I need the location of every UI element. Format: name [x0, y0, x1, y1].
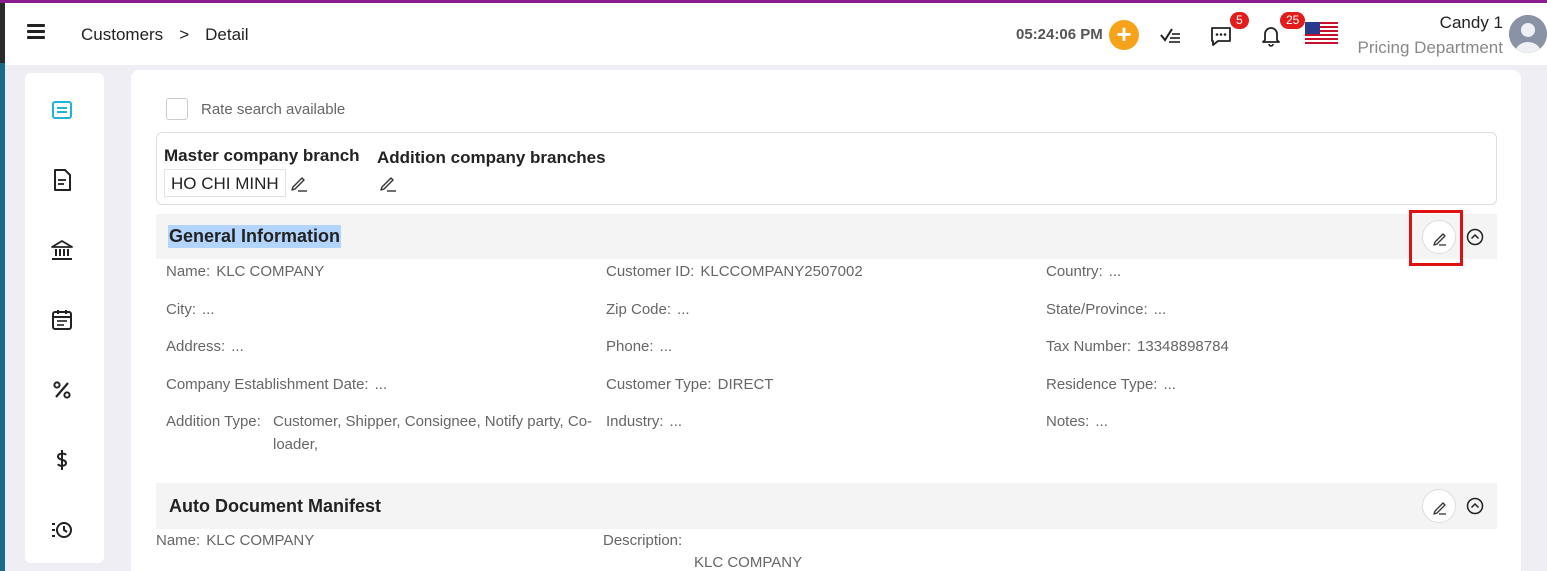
document-icon[interactable] [49, 167, 75, 193]
field-addition-type-label: Addition Type: [166, 413, 261, 430]
rate-search-row: Rate search available [166, 98, 345, 120]
collapse-manifest-icon[interactable] [1466, 497, 1484, 515]
tasks-icon[interactable] [1156, 21, 1184, 49]
edit-addition-branches-icon[interactable] [378, 173, 398, 193]
user-name[interactable]: Candy 1 [1440, 13, 1503, 33]
edit-master-branch-icon[interactable] [289, 173, 309, 193]
avatar[interactable] [1509, 15, 1547, 53]
field-addition-type-value: Customer, Shipper, Consignee, Notify par… [273, 413, 593, 453]
highlight-box [1409, 210, 1463, 266]
user-department: Pricing Department [1357, 38, 1503, 57]
field-address: Address:... [166, 338, 244, 355]
add-button[interactable]: + [1109, 20, 1139, 50]
manifest-description-value: KLC COMPANY [694, 554, 803, 571]
notifications-badge: 25 [1280, 12, 1306, 29]
menu-icon[interactable] [27, 24, 45, 40]
percent-icon[interactable] [49, 377, 75, 403]
manifest-description-label: Description: [603, 532, 683, 549]
rate-search-checkbox[interactable] [166, 98, 188, 120]
rate-search-label: Rate search available [201, 100, 346, 118]
breadcrumb-customers[interactable]: Customers [81, 25, 163, 45]
dollar-icon[interactable] [49, 447, 75, 473]
pencil-icon [1433, 502, 1446, 515]
calendar-icon[interactable] [49, 307, 75, 333]
breadcrumb-separator: > [179, 25, 190, 44]
manifest-header: Auto Document Manifest [156, 483, 1497, 529]
field-notes: Notes:... [1046, 413, 1108, 430]
sidebar [25, 73, 104, 563]
field-city: City:... [166, 301, 215, 318]
bank-icon[interactable] [49, 237, 75, 263]
field-country: Country:... [1046, 263, 1122, 280]
history-icon[interactable] [49, 517, 75, 543]
general-info-header: General Information [156, 214, 1497, 259]
us-flag-icon[interactable] [1305, 22, 1338, 46]
master-branch-value: HO CHI MINH [164, 169, 286, 197]
field-establishment-date: Company Establishment Date:... [166, 376, 388, 393]
master-branch-label: Master company branch [164, 146, 360, 165]
edit-manifest-button[interactable] [1422, 489, 1456, 523]
field-name: Name: KLC COMPANY [166, 263, 325, 280]
field-tax-number: Tax Number: 13348898784 [1046, 338, 1229, 355]
list-icon[interactable] [49, 97, 75, 123]
field-residence-type: Residence Type:... [1046, 376, 1176, 393]
main-content: Rate search available Master company bra… [131, 70, 1521, 571]
breadcrumb: Customers > Detail [81, 25, 249, 45]
top-header: Customers > Detail 05:24:06 PM + 5 25 Ca… [5, 3, 1547, 65]
field-industry: Industry:... [606, 413, 683, 430]
addition-branches-label: Addition company branches [377, 148, 606, 167]
manifest-name: Name: KLC COMPANY [156, 532, 315, 549]
manifest-title: Auto Document Manifest [169, 496, 382, 516]
field-phone: Phone:... [606, 338, 673, 355]
field-zip-code: Zip Code:... [606, 301, 690, 318]
messages-badge: 5 [1230, 12, 1249, 29]
collapse-general-info-icon[interactable] [1466, 228, 1484, 246]
general-info-title: General Information [168, 225, 342, 248]
branch-box: Master company branch HO CHI MINH Additi… [156, 132, 1497, 205]
left-accent-bar [0, 3, 5, 571]
clock: 05:24:06 PM [1016, 26, 1103, 43]
field-customer-type: Customer Type: DIRECT [606, 376, 774, 393]
breadcrumb-detail: Detail [205, 25, 249, 44]
field-state-province: State/Province:... [1046, 301, 1167, 318]
field-customer-id: Customer ID: KLCCOMPANY2507002 [606, 263, 863, 280]
